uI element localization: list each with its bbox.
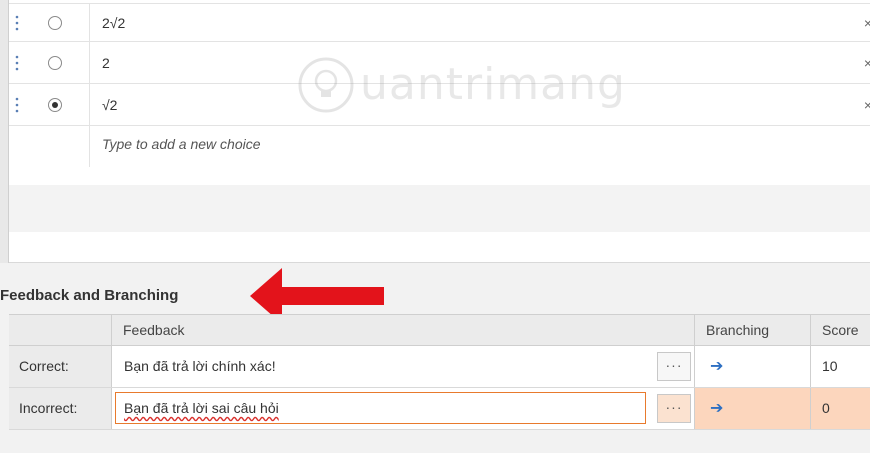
section-title: Feedback and Branching	[0, 287, 179, 304]
row-label: Incorrect:	[9, 388, 112, 429]
score-value[interactable]: 10	[811, 346, 870, 387]
drag-handle-icon[interactable]	[11, 14, 23, 32]
divider	[89, 126, 90, 167]
choice-row[interactable]: 2 ×	[9, 42, 870, 84]
empty-area	[9, 232, 870, 263]
divider	[89, 4, 90, 41]
empty-area	[9, 185, 870, 232]
more-options-button[interactable]: ···	[657, 352, 691, 381]
divider	[89, 42, 90, 83]
drag-handle-icon[interactable]	[11, 96, 23, 114]
choices-list: 2√2 × 2 × √2 × Type to add a new choice	[9, 0, 870, 167]
choice-text[interactable]: √2	[102, 97, 117, 113]
arrow-right-icon[interactable]: ➔	[695, 388, 811, 429]
table-header: Feedback Branching Score	[9, 314, 870, 346]
remove-choice-icon[interactable]: ×	[864, 55, 870, 71]
remove-choice-icon[interactable]: ×	[864, 97, 870, 113]
feedback-cell: Bạn đã trả lời chính xác! ···	[112, 346, 695, 387]
header-label-cell	[9, 315, 112, 345]
choice-row[interactable]: √2 ×	[9, 84, 870, 126]
choice-radio[interactable]	[48, 15, 62, 30]
score-value[interactable]: 0	[811, 388, 870, 429]
choice-radio[interactable]	[48, 55, 62, 70]
more-options-button[interactable]: ···	[657, 394, 691, 423]
divider	[89, 84, 90, 125]
header-feedback: Feedback	[112, 315, 695, 345]
feedback-input[interactable]: Bạn đã trả lời sai câu hỏi	[115, 392, 646, 424]
drag-handle-icon[interactable]	[11, 54, 23, 72]
choice-row[interactable]: 2√2 ×	[9, 3, 870, 42]
feedback-input[interactable]: Bạn đã trả lời chính xác!	[115, 350, 646, 382]
remove-choice-icon[interactable]: ×	[864, 15, 870, 31]
header-branching: Branching	[695, 315, 811, 345]
table-row-incorrect[interactable]: Incorrect: Bạn đã trả lời sai câu hỏi ··…	[9, 388, 870, 430]
add-choice-placeholder[interactable]: Type to add a new choice	[102, 136, 261, 152]
table-row-correct[interactable]: Correct: Bạn đã trả lời chính xác! ··· ➔…	[9, 346, 870, 388]
arrow-right-icon[interactable]: ➔	[695, 346, 811, 387]
choice-text[interactable]: 2√2	[102, 15, 125, 31]
feedback-table: Feedback Branching Score Correct: Bạn đã…	[9, 314, 870, 430]
choice-radio-selected[interactable]	[48, 97, 62, 112]
choice-text[interactable]: 2	[102, 55, 110, 71]
feedback-cell: Bạn đã trả lời sai câu hỏi ···	[112, 388, 695, 429]
add-choice-row[interactable]: Type to add a new choice	[9, 126, 870, 167]
row-label: Correct:	[9, 346, 112, 387]
header-score: Score	[822, 322, 859, 338]
